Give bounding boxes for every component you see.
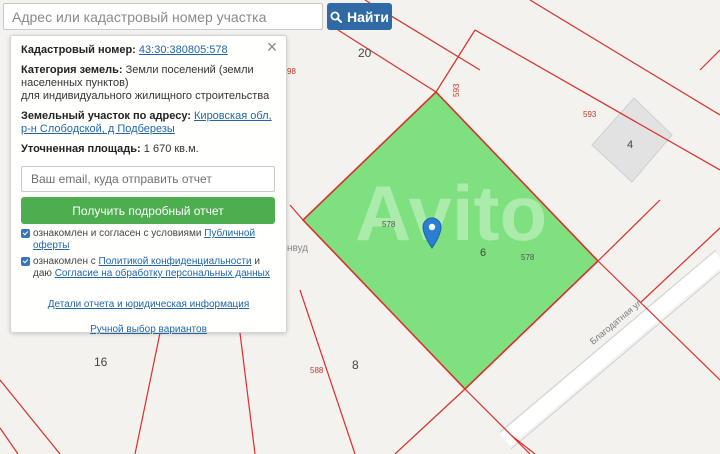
address-label: Земельный участок по адресу: (21, 110, 191, 122)
privacy-consent-text: ознакомлен с Политикой конфиденциальност… (33, 256, 276, 280)
cadastral-label: 578 (521, 253, 535, 262)
cadastral-label: 593 (452, 83, 461, 97)
search-button[interactable]: Найти (327, 3, 392, 30)
area-value: 1 670 кв.м. (143, 143, 199, 155)
privacy-consent-row: ознакомлен с Политикой конфиденциальност… (21, 256, 276, 280)
personal-data-consent-link[interactable]: Согласие на обработку персональных данны… (55, 268, 270, 279)
parcel-number-label: 4 (627, 139, 633, 151)
cadastral-number-row: Кадастровый номер: 43:30:380805:578 (21, 44, 276, 57)
email-field[interactable] (21, 166, 275, 192)
street-label: нвуд (287, 243, 308, 254)
land-category-row: Категория земель: Земли поселений (земли… (21, 64, 276, 103)
report-details-link[interactable]: Детали отчета и юридическая информация (21, 298, 276, 311)
privacy-policy-link[interactable]: Политикой конфиденциальности (99, 256, 252, 267)
privacy-checkbox[interactable] (21, 257, 30, 266)
area-row: Уточненная площадь: 1 670 кв.м. (21, 143, 276, 156)
parcel-number-label: 6 (480, 247, 486, 259)
parcel-number-label: 16 (94, 355, 108, 369)
offer-consent-prefix: ознакомлен и согласен с условиями (33, 228, 202, 239)
close-icon[interactable]: × (264, 38, 280, 56)
search-button-label: Найти (347, 8, 389, 25)
offer-checkbox[interactable] (21, 229, 30, 238)
cadastral-label: 593 (583, 110, 597, 119)
parcel-number-label: 8 (352, 358, 359, 372)
cadastral-label: 578 (382, 220, 396, 229)
privacy-consent-prefix: ознакомлен с (33, 256, 96, 267)
area-label: Уточненная площадь: (21, 143, 141, 155)
cadastral-label: 98 (287, 67, 296, 76)
cadastral-number-link[interactable]: 43:30:380805:578 (139, 44, 228, 56)
manual-selection-link[interactable]: Ручной выбор вариантов (21, 323, 276, 336)
parcel-info-panel: × Кадастровый номер: 43:30:380805:578 Ка… (10, 35, 287, 336)
offer-consent-text: ознакомлен и согласен с условиями Публич… (33, 228, 276, 252)
land-purpose-value: для индивидуального жилищного строительс… (21, 90, 270, 102)
get-report-button[interactable]: Получить подробный отчет (21, 197, 275, 224)
search-input[interactable] (3, 3, 323, 30)
cadastral-number-label: Кадастровый номер: (21, 44, 136, 56)
land-category-label: Категория земель: (21, 64, 123, 76)
search-icon (330, 11, 343, 23)
address-row: Земельный участок по адресу: Кировская о… (21, 110, 276, 136)
offer-consent-row: ознакомлен и согласен с условиями Публич… (21, 228, 276, 252)
parcel-number-label: 20 (358, 46, 372, 60)
cadastral-label: 588 (310, 366, 324, 375)
watermark-text: Avito (355, 169, 547, 257)
